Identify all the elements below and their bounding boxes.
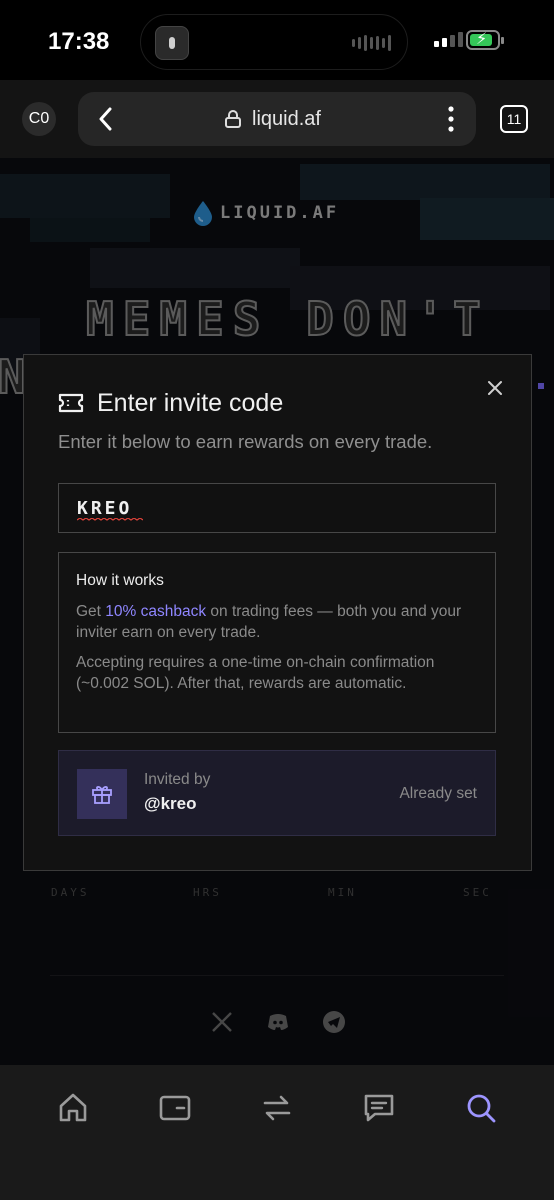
invite-code-modal: Enter invite code Enter it below to earn… [23,354,532,871]
home-icon[interactable] [56,1091,90,1125]
spellcheck-underline [77,518,143,521]
profile-avatar[interactable]: C0 [22,102,56,136]
gift-icon-box [77,769,127,819]
swap-icon[interactable] [260,1091,294,1125]
back-icon[interactable] [94,104,118,134]
url-text[interactable]: liquid.af [252,108,321,131]
chat-icon[interactable] [362,1091,396,1125]
more-options-icon[interactable] [448,106,454,132]
how-it-works-confirmation-text: Accepting requires a one-time on-chain c… [76,654,435,692]
tab-switcher-button[interactable]: 11 [500,105,528,133]
invited-by-card: Invited by @kreo Already set [58,750,496,836]
search-icon[interactable] [464,1091,498,1125]
inviter-username: @kreo [144,794,197,813]
address-bar[interactable]: liquid.af [78,92,476,146]
modal-title: Enter invite code [97,389,284,417]
battery-icon: ⚡ [466,30,504,50]
audio-waveform-icon [352,35,391,51]
invite-code-input[interactable] [58,483,496,533]
how-it-works-panel: How it works Get 10% cashback on trading… [58,552,496,733]
dynamic-island[interactable] [140,14,408,70]
bottom-navigation [0,1065,554,1200]
cellular-signal-icon [434,32,463,47]
modal-subtitle: Enter it below to earn rewards on every … [58,431,433,452]
ticket-icon [58,393,84,413]
lock-icon [225,110,241,128]
now-playing-thumbnail [155,26,189,60]
invite-status: Already set [399,785,477,802]
cashback-highlight: 10% cashback [105,603,207,620]
status-bar: 17:38 ⚡ [0,0,554,80]
status-time: 17:38 [48,28,110,55]
how-it-works-cashback-text: Get 10% cashback on trading fees — both … [76,603,462,641]
close-icon[interactable] [484,377,506,399]
browser-toolbar: C0 liquid.af 11 [0,80,554,158]
gift-icon [92,786,112,804]
how-it-works-title: How it works [76,572,164,589]
wallet-icon[interactable] [158,1091,192,1125]
invited-by-label: Invited by [144,771,211,788]
